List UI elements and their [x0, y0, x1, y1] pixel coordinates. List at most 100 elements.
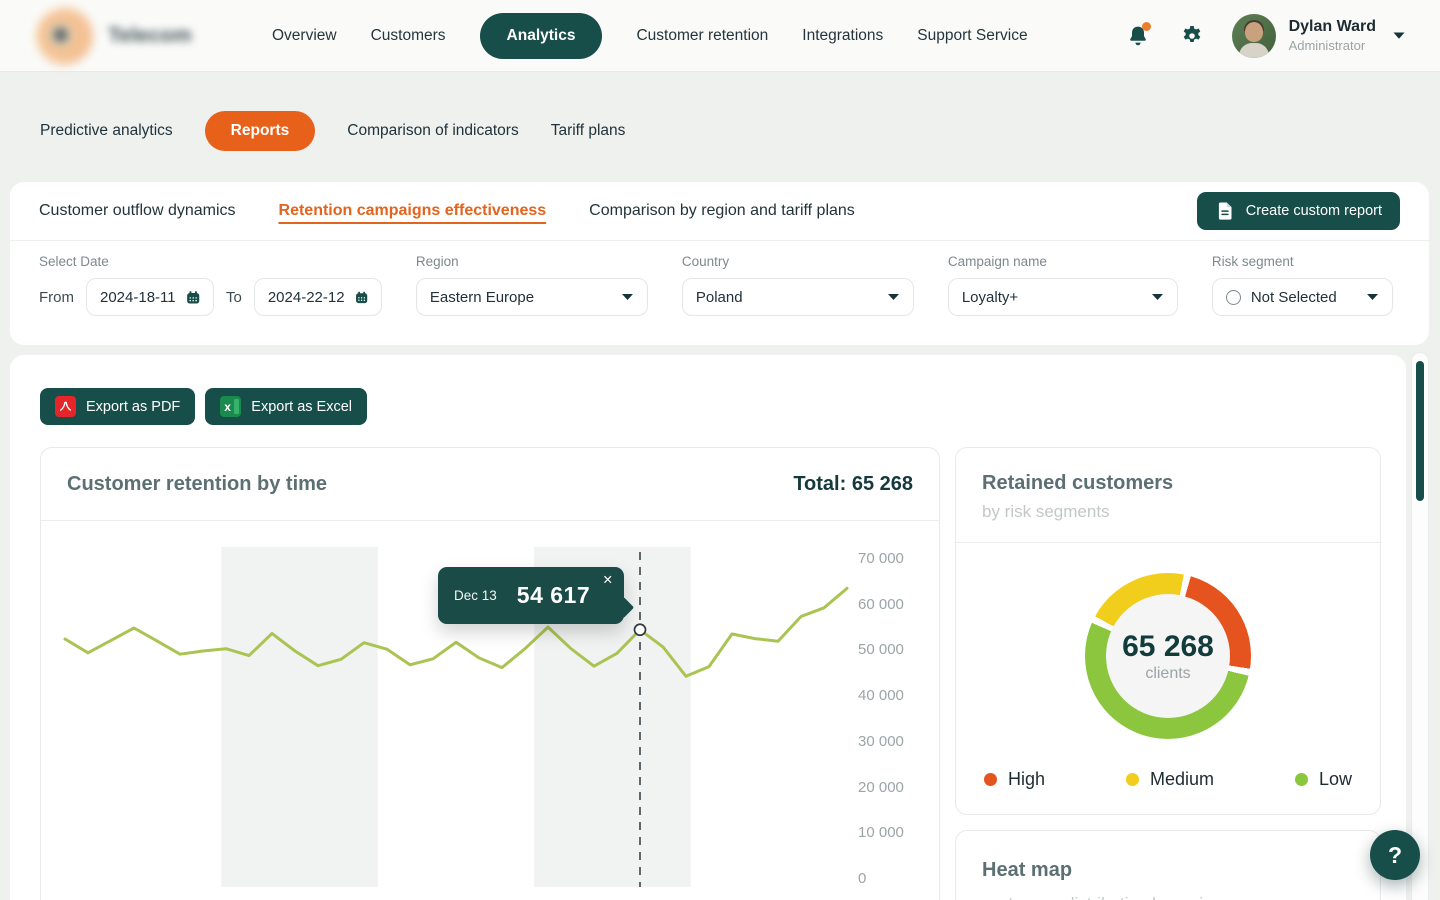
page-scrollbar-track[interactable] — [1411, 352, 1429, 900]
export-excel-button[interactable]: x Export as Excel — [205, 388, 367, 425]
customer-retention-chart-card: Customer retention by time Total: 65 268… — [40, 447, 940, 900]
notifications-button[interactable] — [1126, 24, 1150, 48]
brand-logo — [36, 8, 92, 64]
pdf-file-icon — [55, 396, 76, 417]
selected-point-marker[interactable] — [635, 624, 646, 635]
donut-total-value: 65 268 — [1122, 630, 1214, 664]
campaign-value: Loyalty+ — [962, 289, 1018, 306]
report-filter-card: Customer outflow dynamics Retention camp… — [10, 182, 1429, 345]
nav-item-overview[interactable]: Overview — [272, 27, 337, 45]
campaign-name-label: Campaign name — [948, 254, 1178, 269]
legend-item-low: Low — [1295, 769, 1352, 790]
tab-reports[interactable]: Reports — [205, 111, 316, 151]
y-tick: 70 000 — [858, 551, 918, 567]
date-to-value: 2024-22-12 — [268, 289, 345, 306]
tab-comparison-by-region-and-tariff-plans[interactable]: Comparison by region and tariff plans — [589, 202, 855, 220]
tab-predictive-analytics[interactable]: Predictive analytics — [40, 122, 173, 140]
chevron-down-icon — [887, 293, 900, 301]
risk-legend: High Medium Low — [956, 769, 1380, 790]
main-nav: Overview Customers Analytics Customer re… — [272, 13, 1028, 59]
country-label: Country — [682, 254, 914, 269]
document-icon — [1215, 201, 1235, 221]
top-navigation-bar: Telecom Overview Customers Analytics Cus… — [0, 0, 1440, 72]
tab-customer-outflow-dynamics[interactable]: Customer outflow dynamics — [39, 202, 236, 220]
calendar-icon — [186, 288, 200, 307]
export-buttons: Export as PDF x Export as Excel — [40, 388, 367, 425]
create-custom-report-label: Create custom report — [1246, 203, 1382, 219]
date-from-input[interactable]: 2024-18-11 — [86, 278, 214, 316]
nav-item-customer-retention[interactable]: Customer retention — [636, 27, 768, 45]
nav-item-integrations[interactable]: Integrations — [802, 27, 883, 45]
create-custom-report-button[interactable]: Create custom report — [1197, 192, 1400, 230]
region-select[interactable]: Eastern Europe — [416, 278, 648, 316]
risk-segment-value: Not Selected — [1251, 289, 1337, 306]
radio-unselected-icon — [1226, 290, 1241, 305]
risk-segment-label: Risk segment — [1212, 254, 1393, 269]
report-content-card: Export as PDF x Export as Excel Customer… — [10, 355, 1406, 900]
heat-map-card: Heat map customers distribution by regio… — [955, 830, 1381, 900]
user-info: Dylan Ward Administrator — [1289, 18, 1376, 53]
user-name: Dylan Ward — [1289, 18, 1376, 36]
total-value: 65 268 — [852, 473, 913, 495]
user-menu-toggle[interactable] — [1392, 31, 1406, 40]
retention-plot-area: Dec 13 54 617 ✕ — [65, 547, 847, 887]
tab-retention-campaigns-effectiveness[interactable]: Retention campaigns effectiveness — [279, 202, 547, 220]
chevron-down-icon — [1151, 293, 1164, 301]
tooltip-close-icon[interactable]: ✕ — [603, 572, 613, 587]
y-tick: 0 — [858, 871, 918, 887]
legend-item-medium: Medium — [1126, 769, 1214, 790]
region-label: Region — [416, 254, 648, 269]
analytics-section-tabs: Predictive analytics Reports Comparison … — [40, 108, 625, 154]
legend-item-high: High — [984, 769, 1045, 790]
nav-item-analytics[interactable]: Analytics — [480, 13, 603, 59]
date-from-value: 2024-18-11 — [100, 289, 176, 306]
tooltip-value: 54 617 — [517, 582, 590, 609]
country-value: Poland — [696, 289, 743, 306]
help-button[interactable]: ? — [1370, 830, 1420, 880]
filter-campaign-group: Campaign name Loyalty+ — [948, 254, 1178, 316]
page-scrollbar-thumb[interactable] — [1416, 361, 1424, 501]
risk-card-title: Retained customers — [982, 472, 1354, 495]
risk-segment-select[interactable]: Not Selected — [1212, 278, 1393, 316]
export-pdf-label: Export as PDF — [86, 399, 180, 415]
y-tick: 60 000 — [858, 597, 918, 613]
tab-comparison-of-indicators[interactable]: Comparison of indicators — [347, 122, 518, 140]
nav-item-support-service[interactable]: Support Service — [917, 27, 1027, 45]
legend-dot-medium — [1126, 773, 1139, 786]
legend-label-medium: Medium — [1150, 769, 1214, 790]
y-tick: 20 000 — [858, 780, 918, 796]
chevron-down-icon — [1366, 293, 1379, 301]
report-type-tabs: Customer outflow dynamics Retention camp… — [10, 182, 1429, 241]
chevron-down-icon — [1392, 31, 1406, 40]
total-label: Total: — [793, 473, 846, 495]
country-select[interactable]: Poland — [682, 278, 914, 316]
from-label: From — [39, 289, 74, 306]
filter-country-group: Country Poland — [682, 254, 914, 316]
chevron-down-icon — [621, 293, 634, 301]
y-tick: 50 000 — [858, 642, 918, 658]
brand-name: Telecom — [108, 24, 204, 48]
chart-header: Customer retention by time Total: 65 268 — [41, 448, 939, 521]
dashboard-page: Telecom Overview Customers Analytics Cus… — [0, 0, 1440, 900]
y-axis-labels: 70 000 60 000 50 000 40 000 30 000 20 00… — [858, 547, 918, 887]
campaign-select[interactable]: Loyalty+ — [948, 278, 1178, 316]
legend-dot-low — [1295, 773, 1308, 786]
donut-total-label: clients — [1145, 665, 1190, 683]
tooltip-date: Dec 13 — [454, 588, 497, 603]
tab-tariff-plans[interactable]: Tariff plans — [551, 122, 626, 140]
region-value: Eastern Europe — [430, 289, 534, 306]
excel-file-icon: x — [220, 396, 241, 417]
y-tick: 40 000 — [858, 688, 918, 704]
nav-item-customers[interactable]: Customers — [371, 27, 446, 45]
legend-label-low: Low — [1319, 769, 1352, 790]
risk-card-subtitle: by risk segments — [982, 502, 1354, 522]
export-excel-label: Export as Excel — [251, 399, 352, 415]
chart-title: Customer retention by time — [67, 473, 327, 496]
date-to-input[interactable]: 2024-22-12 — [254, 278, 382, 316]
export-pdf-button[interactable]: Export as PDF — [40, 388, 195, 425]
notification-badge — [1142, 22, 1151, 31]
y-tick: 30 000 — [858, 734, 918, 750]
calendar-icon — [355, 288, 368, 307]
settings-button[interactable] — [1180, 24, 1204, 48]
user-avatar[interactable] — [1232, 14, 1276, 58]
